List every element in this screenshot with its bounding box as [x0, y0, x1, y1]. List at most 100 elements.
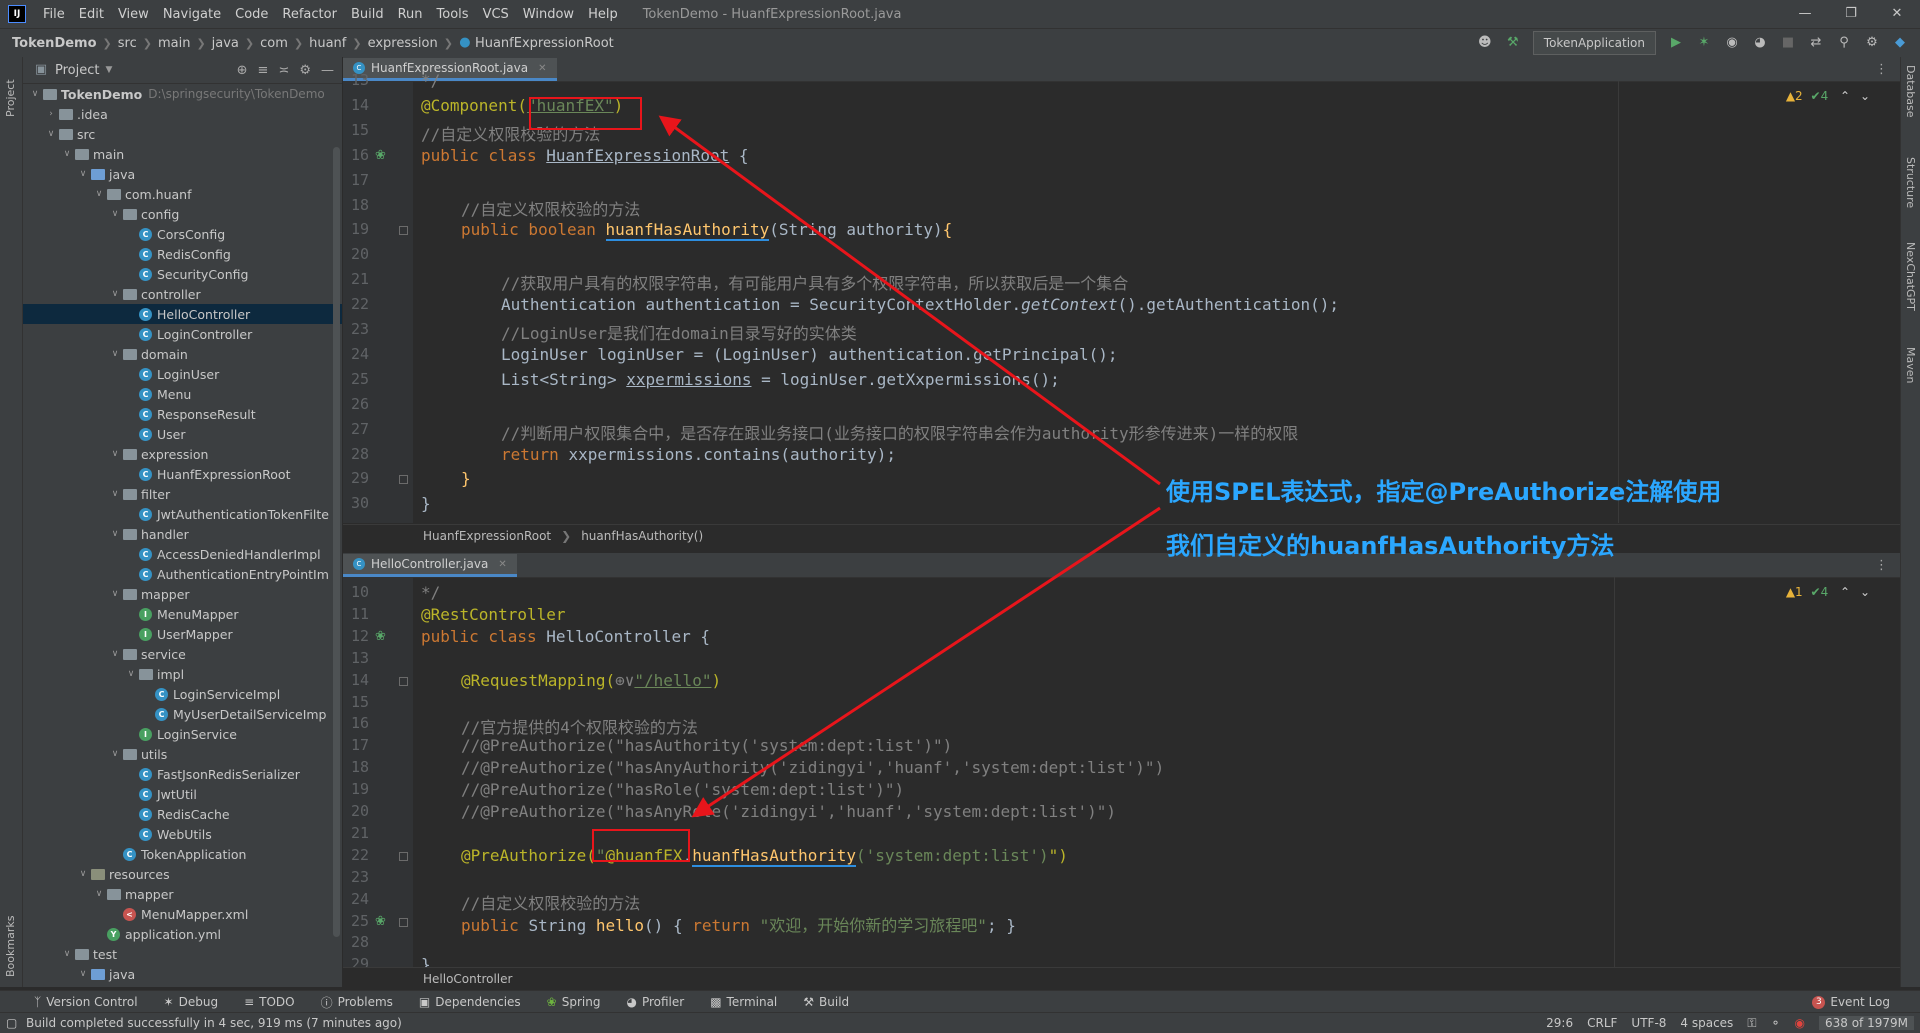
maven-tool-button[interactable]: Maven	[1904, 347, 1917, 383]
tree-item[interactable]: ∨ src	[23, 124, 342, 144]
chevron-up-icon[interactable]: ⌃	[1840, 585, 1850, 599]
inspection-widget[interactable]: ▲1 ✔4 ⌃ ⌄	[1786, 585, 1870, 599]
lock-icon[interactable]: ⚿	[1747, 1016, 1756, 1031]
tree-item[interactable]: ∨ config	[23, 204, 342, 224]
menu-code[interactable]: Code	[228, 7, 275, 22]
indent-setting[interactable]: 4 spaces	[1680, 1016, 1733, 1030]
locate-icon[interactable]: ⊕	[237, 63, 248, 78]
menu-tools[interactable]: Tools	[430, 7, 476, 22]
debug-button[interactable]: ✶ Debug	[164, 995, 219, 1009]
tree-item[interactable]: Yapplication.yml	[23, 924, 342, 944]
chevron-down-icon[interactable]: ∨	[77, 969, 89, 979]
project-scrollbar[interactable]	[333, 147, 340, 937]
run-icon[interactable]: ▶	[1668, 35, 1684, 51]
settings-icon[interactable]: ⚙	[1864, 35, 1880, 51]
fold-marker-icon[interactable]	[399, 851, 408, 861]
dependencies-button[interactable]: ▣ Dependencies	[419, 995, 521, 1009]
menu-file[interactable]: File	[36, 7, 72, 22]
event-log-button[interactable]: 3 Event Log	[1812, 995, 1890, 1009]
tree-item[interactable]: ∨ handler	[23, 524, 342, 544]
tree-item[interactable]: C JwtAuthenticationTokenFilte	[23, 504, 342, 524]
bookmarks-tool-button[interactable]: Bookmarks	[4, 916, 17, 977]
tree-item[interactable]: C RedisCache	[23, 804, 342, 824]
tree-item[interactable]: ∨ controller	[23, 284, 342, 304]
tree-item[interactable]: ∨ utils	[23, 744, 342, 764]
chevron-down-icon[interactable]: ∨	[93, 189, 105, 199]
tree-item[interactable]: ∨ mapper	[23, 584, 342, 604]
chevron-down-icon[interactable]: ⌄	[1860, 89, 1870, 103]
menu-navigate[interactable]: Navigate	[156, 7, 228, 22]
memory-indicator[interactable]: 638 of 1979M	[1819, 1016, 1914, 1030]
user-icon[interactable]: ☻	[1477, 35, 1493, 51]
breadcrumb-method[interactable]: huanfHasAuthority()	[581, 529, 703, 543]
git-icon[interactable]: ⚬	[1770, 1016, 1780, 1030]
stop-icon[interactable]: ■	[1780, 35, 1796, 51]
chevron-up-icon[interactable]: ⌃	[1840, 89, 1850, 103]
tree-item[interactable]: I LoginService	[23, 724, 342, 744]
tree-item[interactable]: ∨ test	[23, 944, 342, 964]
tree-item[interactable]: C WebUtils	[23, 824, 342, 844]
spring-bean-gutter-icon[interactable]: ❀	[375, 148, 386, 163]
tree-item[interactable]: › .idea	[23, 104, 342, 124]
status-message[interactable]: Build completed successfully in 4 sec, 9…	[26, 1016, 402, 1030]
more-icon[interactable]: ⋮	[1875, 558, 1888, 573]
fold-marker-icon[interactable]	[399, 226, 408, 236]
plugin-icon[interactable]: ◆	[1892, 35, 1908, 51]
chevron-down-icon[interactable]: ∨	[77, 169, 89, 179]
chevron-down-icon[interactable]: ∨	[109, 489, 121, 499]
project-panel-title[interactable]: Project	[55, 63, 99, 78]
breadcrumb-src[interactable]: src	[116, 36, 139, 51]
tree-item[interactable]: ∨ main	[23, 144, 342, 164]
chevron-down-icon[interactable]: ▼	[105, 65, 112, 75]
breadcrumb-com[interactable]: com	[258, 36, 290, 51]
version-control-button[interactable]: ᛉ Version Control	[34, 995, 138, 1009]
menu-vcs[interactable]: VCS	[476, 7, 516, 22]
fold-marker-icon[interactable]	[399, 475, 408, 485]
terminal-button[interactable]: ▩ Terminal	[710, 995, 777, 1009]
tree-item[interactable]: C LoginController	[23, 324, 342, 344]
tree-item[interactable]: ∨ java	[23, 164, 342, 184]
chevron-right-icon[interactable]: ›	[45, 109, 57, 119]
hide-icon[interactable]: —	[321, 63, 334, 78]
tree-item[interactable]: C MyUserDetailServiceImp	[23, 704, 342, 724]
breadcrumb-expression[interactable]: expression	[366, 36, 440, 51]
tree-item[interactable]: ∨ expression	[23, 444, 342, 464]
tree-item[interactable]: C Menu	[23, 384, 342, 404]
close-icon[interactable]: ✕	[1874, 0, 1920, 28]
tree-item[interactable]: < MenuMapper.xml	[23, 904, 342, 924]
status-toggle-icon[interactable]: ▢	[6, 1016, 17, 1030]
tree-item[interactable]: ∨ service	[23, 644, 342, 664]
menu-edit[interactable]: Edit	[72, 7, 111, 22]
chevron-down-icon[interactable]: ∨	[109, 449, 121, 459]
tree-item[interactable]: C ResponseResult	[23, 404, 342, 424]
gear-icon[interactable]: ⚙	[299, 63, 311, 78]
chevron-down-icon[interactable]: ∨	[109, 349, 121, 359]
menu-help[interactable]: Help	[581, 7, 625, 22]
tab-huanf-expression-root[interactable]: C HuanfExpressionRoot.java ✕	[343, 58, 557, 81]
line-separator[interactable]: CRLF	[1587, 1016, 1617, 1030]
tree-item[interactable]: I UserMapper	[23, 624, 342, 644]
breadcrumb-class[interactable]: HuanfExpressionRoot	[423, 529, 551, 543]
tree-item[interactable]: C TokenApplication	[23, 844, 342, 864]
collapse-all-icon[interactable]: ≍	[278, 63, 289, 78]
close-tab-icon[interactable]: ✕	[538, 63, 546, 74]
spring-bean-gutter-icon[interactable]: ❀	[375, 914, 386, 929]
tree-item[interactable]: ∨ mapper	[23, 884, 342, 904]
tree-item[interactable]: C RedisConfig	[23, 244, 342, 264]
more-icon[interactable]: ⋮	[1875, 62, 1888, 77]
breadcrumb-java[interactable]: java	[210, 36, 241, 51]
tree-item[interactable]: C CorsConfig	[23, 224, 342, 244]
restore-icon[interactable]: ❐	[1828, 0, 1874, 28]
menu-run[interactable]: Run	[391, 7, 430, 22]
project-tool-button[interactable]: Project	[4, 79, 17, 117]
menu-view[interactable]: View	[111, 7, 156, 22]
tree-item[interactable]: ∨ TokenDemo D:\springsecurity\TokenDemo	[23, 84, 342, 104]
tree-item[interactable]: I MenuMapper	[23, 604, 342, 624]
tree-item[interactable]: C AccessDeniedHandlerImpl	[23, 544, 342, 564]
tree-item[interactable]: ∨ java	[23, 964, 342, 984]
fold-marker-icon[interactable]	[399, 676, 408, 686]
tree-item[interactable]: C HelloController	[23, 304, 342, 324]
tree-item[interactable]: C AuthenticationEntryPointIm	[23, 564, 342, 584]
tree-item[interactable]: C HuanfExpressionRoot	[23, 464, 342, 484]
minimize-icon[interactable]: —	[1782, 0, 1828, 28]
